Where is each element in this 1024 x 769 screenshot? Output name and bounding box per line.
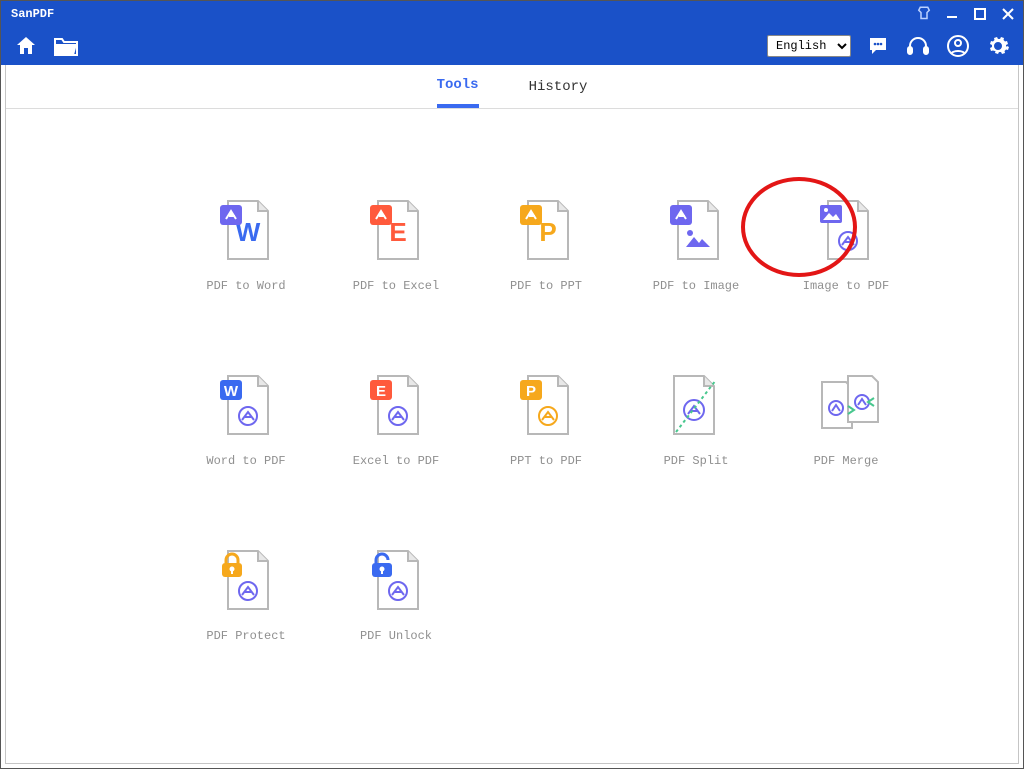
chat-icon[interactable] — [865, 33, 891, 59]
svg-text:E: E — [376, 383, 386, 400]
maximize-button[interactable] — [971, 5, 989, 23]
close-button[interactable] — [999, 5, 1017, 23]
tab-tools[interactable]: Tools — [437, 65, 479, 108]
ppt-to-pdf-icon: P — [518, 374, 574, 440]
pdf-unlock-icon — [368, 549, 424, 615]
tool-label: PDF Split — [664, 454, 729, 468]
system-buttons — [915, 5, 1017, 23]
word-to-pdf-icon: W — [218, 374, 274, 440]
pdf-merge-icon — [818, 374, 874, 440]
title-bar: SanPDF — [1, 1, 1023, 27]
toolbar: English — [1, 27, 1023, 65]
tool-label: Image to PDF — [803, 279, 889, 293]
tool-label: PDF Merge — [814, 454, 879, 468]
tool-image-to-pdf[interactable]: Image to PDF — [771, 199, 921, 374]
tool-label: PDF Protect — [206, 629, 285, 643]
tool-pdf-to-image[interactable]: PDF to Image — [621, 199, 771, 374]
pdf-to-image-icon — [668, 199, 724, 265]
excel-to-pdf-icon: E — [368, 374, 424, 440]
tool-ppt-to-pdf[interactable]: P PPT to PDF — [471, 374, 621, 549]
tool-label: Excel to PDF — [353, 454, 439, 468]
tab-history[interactable]: History — [529, 65, 588, 108]
tab-bar: Tools History — [6, 65, 1018, 109]
tool-word-to-pdf[interactable]: W Word to PDF — [171, 374, 321, 549]
pdf-to-excel-icon: E — [368, 199, 424, 265]
theme-icon[interactable] — [915, 5, 933, 23]
tool-label: PDF to Excel — [353, 279, 439, 293]
tool-label: PDF Unlock — [360, 629, 432, 643]
svg-text:W: W — [224, 383, 239, 400]
settings-icon[interactable] — [985, 33, 1011, 59]
app-window: SanPDF — [0, 0, 1024, 769]
image-to-pdf-icon — [818, 199, 874, 265]
pdf-protect-icon — [218, 549, 274, 615]
tool-label: PDF to Word — [206, 279, 285, 293]
tool-pdf-to-excel[interactable]: E PDF to Excel — [321, 199, 471, 374]
home-button[interactable] — [13, 33, 39, 59]
tool-pdf-merge[interactable]: PDF Merge — [771, 374, 921, 549]
tool-label: PPT to PDF — [510, 454, 582, 468]
tool-pdf-to-word[interactable]: W PDF to Word — [171, 199, 321, 374]
tool-pdf-unlock[interactable]: PDF Unlock — [321, 549, 471, 724]
pdf-to-word-icon: W — [218, 199, 274, 265]
support-icon[interactable] — [905, 33, 931, 59]
tool-label: Word to PDF — [206, 454, 285, 468]
tool-pdf-to-ppt[interactable]: P PDF to PPT — [471, 199, 621, 374]
pdf-split-icon — [668, 374, 724, 440]
svg-text:P: P — [526, 383, 536, 400]
tool-excel-to-pdf[interactable]: E Excel to PDF — [321, 374, 471, 549]
account-icon[interactable] — [945, 33, 971, 59]
tool-pdf-protect[interactable]: PDF Protect — [171, 549, 321, 724]
tool-grid: W PDF to Word E — [171, 199, 958, 724]
tool-pdf-split[interactable]: PDF Split — [621, 374, 771, 549]
tool-label: PDF to PPT — [510, 279, 582, 293]
language-select[interactable]: English — [767, 35, 851, 57]
tool-label: PDF to Image — [653, 279, 739, 293]
app-title: SanPDF — [11, 7, 54, 21]
open-folder-button[interactable] — [53, 33, 79, 59]
minimize-button[interactable] — [943, 5, 961, 23]
content-panel: Tools History W — [5, 65, 1019, 764]
pdf-to-ppt-icon: P — [518, 199, 574, 265]
